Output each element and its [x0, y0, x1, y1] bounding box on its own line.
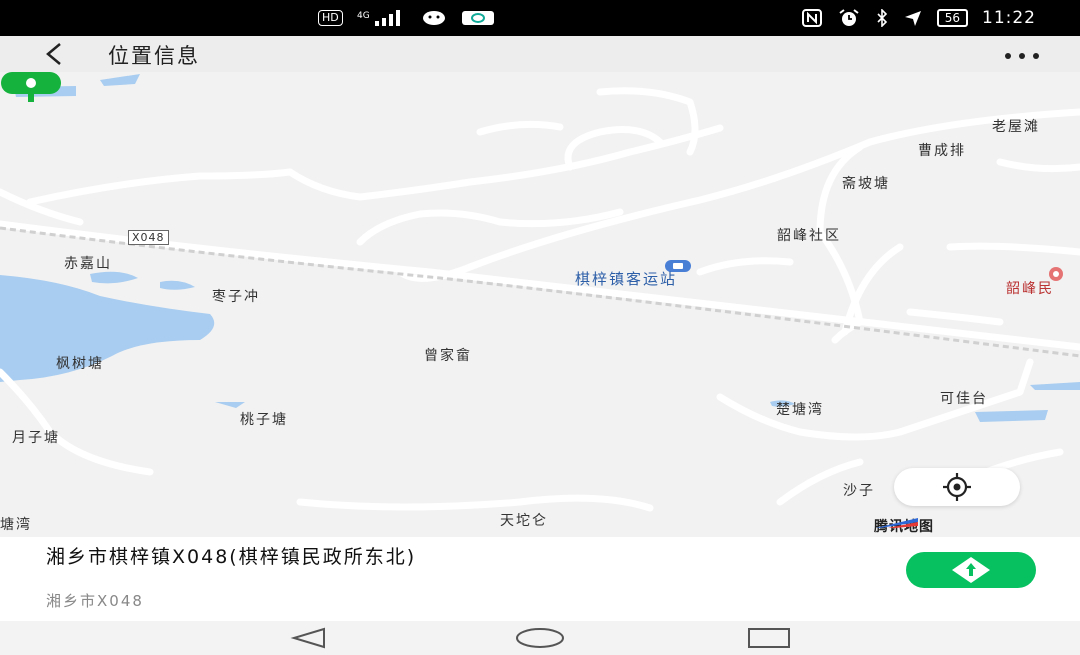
map-label: 天坨仑 [500, 513, 548, 529]
svg-text:4G: 4G [357, 11, 370, 21]
more-dots-icon[interactable] [1002, 42, 1042, 66]
navigate-button[interactable] [906, 552, 1036, 588]
triangle-back-icon[interactable] [290, 627, 330, 649]
system-nav-bar [0, 621, 1080, 655]
wechat-bubble-icon [422, 11, 445, 25]
map-label: 可佳台 [940, 391, 988, 407]
message-icon [461, 11, 494, 25]
status-time: 11:22 [982, 8, 1036, 28]
pond [160, 280, 195, 290]
pond [975, 410, 1048, 422]
page-title: 位置信息 [108, 44, 200, 68]
status-right-indicators: 56 11:22 [801, 0, 1036, 36]
lake [0, 275, 215, 382]
road-label-x048: X048 [128, 230, 169, 245]
pond [215, 402, 245, 408]
map-label: 月子塘 [12, 430, 60, 446]
pond [90, 271, 138, 284]
government-poi-icon [1049, 267, 1063, 281]
map-label: 楚塘湾 [776, 402, 824, 418]
map-provider-logo: 腾讯地图 [874, 516, 934, 536]
circle-home-icon[interactable] [514, 627, 566, 649]
status-left-indicators: HD 4G [318, 0, 495, 36]
map-label: 韶峰社区 [777, 228, 841, 244]
map-view[interactable]: X048 老屋滩 曹成排 斋坡塘 韶峰社区 韶峰民 赤嘉山 枣子冲 棋梓镇客运站… [0, 72, 1080, 537]
nfc-icon [801, 9, 822, 27]
alarm-icon [839, 9, 859, 26]
location-icon [904, 11, 921, 26]
title-bar: 位置信息 [0, 36, 1080, 72]
back-arrow-icon[interactable] [36, 38, 70, 70]
signal-icon: 4G [357, 10, 400, 26]
map-label: 枣子冲 [212, 289, 260, 305]
map-label-bus-station: 棋梓镇客运站 [575, 270, 678, 288]
bluetooth-icon [877, 9, 887, 27]
battery-icon: 56 [936, 9, 968, 27]
navigate-arrow-icon [952, 557, 990, 583]
map-label: 曹成排 [918, 143, 966, 159]
map-label: 沙子 [843, 483, 875, 499]
map-label: 桃子塘 [240, 412, 288, 428]
map-label: 枫树塘 [56, 356, 104, 372]
map-label: 老屋滩 [992, 119, 1040, 135]
locate-crosshair-icon [943, 473, 971, 501]
location-sub-address: 湘乡市X048 [46, 592, 144, 610]
map-label: 韶峰民 [1006, 281, 1054, 297]
tencent-map-logo-icon [876, 518, 918, 528]
pond [100, 74, 140, 86]
location-info-panel: 湘乡市棋梓镇X048(棋梓镇民政所东北) 湘乡市X048 [0, 537, 1080, 621]
map-label: 斋坡塘 [842, 176, 890, 192]
status-bar: HD 4G 56 11:22 [0, 0, 1080, 36]
square-recents-icon[interactable] [746, 627, 792, 649]
hd-badge: HD [318, 10, 343, 26]
map-label: 塘湾 [0, 517, 32, 533]
map-label: 赤嘉山 [64, 256, 112, 272]
map-label: 曾家畲 [424, 348, 472, 364]
pond [1030, 382, 1080, 390]
locate-me-button[interactable] [894, 468, 1020, 506]
location-pin-icon [1, 72, 61, 102]
location-address: 湘乡市棋梓镇X048(棋梓镇民政所东北) [46, 546, 417, 568]
